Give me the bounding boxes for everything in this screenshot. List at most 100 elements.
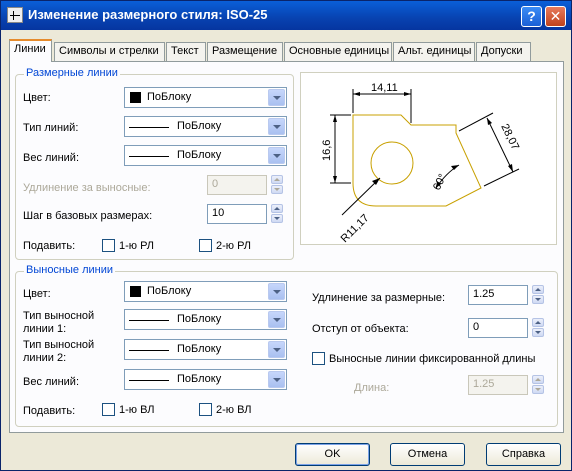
suppress-dim2-checkbox[interactable] (199, 239, 212, 252)
dim-baseline-input[interactable]: 10 (207, 204, 267, 224)
suppress-dim1-checkbox[interactable] (102, 239, 115, 252)
line-sample (129, 350, 169, 351)
dim-baseline-label: Шаг в базовых размерах: (23, 210, 153, 222)
dim-extend-spinner[interactable] (271, 175, 283, 195)
window-title: Изменение размерного стиля: ISO-25 (28, 7, 268, 22)
tab-primary-units[interactable]: Основные единицы (284, 42, 392, 61)
ext-color-value: ПоБлоку (147, 285, 192, 297)
ext-lineweight-select[interactable]: ПоБлоку (124, 369, 287, 390)
length-input[interactable]: 1.25 (468, 375, 528, 395)
dim-color-label: Цвет: (23, 92, 51, 104)
ext-extend-input[interactable]: 1.25 (468, 285, 528, 305)
suppress-ext2-label[interactable]: 2-ю ВЛ (216, 404, 252, 416)
ext-linetype2-value: ПоБлоку (177, 343, 222, 355)
spin-down-icon[interactable] (532, 385, 544, 394)
dim-lineweight-select[interactable]: ПоБлоку (124, 145, 287, 166)
spin-up-icon[interactable] (532, 318, 544, 327)
chevron-down-icon[interactable] (268, 118, 285, 135)
dim-linetype-value: ПоБлоку (177, 120, 222, 132)
ext-linetype1-value: ПоБлоку (177, 313, 222, 325)
color-swatch (130, 286, 141, 297)
ok-button[interactable]: OK (295, 443, 370, 466)
dialog-window: Изменение размерного стиля: ISO-25 ? ✕ Л… (0, 0, 572, 471)
tab-text[interactable]: Текст (166, 42, 206, 61)
ext-suppress-label: Подавить: (23, 405, 76, 417)
length-spinner[interactable] (532, 375, 544, 395)
dim-linetype-label: Тип линий: (23, 122, 79, 134)
help-title-button[interactable]: ? (521, 6, 542, 27)
line-sample (129, 156, 169, 157)
line-sample (129, 320, 169, 321)
color-swatch (130, 92, 141, 103)
suppress-ext1-label[interactable]: 1-ю ВЛ (119, 404, 155, 416)
help-button[interactable]: Справка (486, 443, 561, 466)
tab-alt-units[interactable]: Альт. единицы (393, 42, 475, 61)
chevron-down-icon[interactable] (268, 89, 285, 106)
extension-lines-group: Выносные линии Цвет: ПоБлоку Тип выносно… (15, 264, 558, 427)
fixed-length-label[interactable]: Выносные линии фиксированной длины (329, 353, 535, 365)
ext-linetype1-select[interactable]: ПоБлоку (124, 309, 287, 330)
suppress-dim2-label[interactable]: 2-ю РЛ (216, 240, 251, 252)
ext-offset-label: Отступ от объекта: (312, 323, 409, 335)
spin-down-icon[interactable] (532, 328, 544, 337)
chevron-down-icon[interactable] (268, 283, 285, 300)
tab-symbols-arrows[interactable]: Символы и стрелки (54, 42, 165, 61)
ext-offset-input[interactable]: 0 (468, 318, 528, 338)
ext-color-label: Цвет: (23, 288, 51, 300)
ext-linetype2-label-line1: Тип выносной (23, 339, 95, 351)
title-bar[interactable]: Изменение размерного стиля: ISO-25 ? ✕ (1, 1, 571, 30)
tab-tolerances[interactable]: Допуски (476, 42, 531, 61)
ext-linetype1-label-line2: линии 1: (23, 323, 67, 335)
dim-top-text: 14,11 (371, 82, 398, 94)
ext-extend-label: Удлинение за размерные: (312, 292, 446, 304)
spin-up-icon[interactable] (271, 204, 283, 213)
ext-linetype1-label-line1: Тип выносной (23, 310, 95, 322)
dim-lineweight-label: Вес линий: (23, 152, 79, 164)
dimension-lines-title: Размерные линии (24, 67, 120, 79)
spin-down-icon[interactable] (271, 185, 283, 194)
line-sample (129, 127, 169, 128)
ext-color-select[interactable]: ПоБлоку (124, 281, 287, 302)
ext-lineweight-label: Вес линий: (23, 376, 79, 388)
line-sample (129, 380, 169, 381)
dimension-lines-group: Размерные линии Цвет: ПоБлоку Тип линий:… (15, 67, 294, 260)
dim-lineweight-value: ПоБлоку (177, 149, 222, 161)
ext-linetype2-select[interactable]: ПоБлоку (124, 339, 287, 360)
tab-lines[interactable]: Линии (9, 39, 52, 62)
length-label: Длина: (354, 382, 390, 394)
chevron-down-icon[interactable] (268, 147, 285, 164)
dim-color-select[interactable]: ПоБлоку (124, 87, 287, 108)
tab-panel-lines: Размерные линии Цвет: ПоБлоку Тип линий:… (9, 61, 564, 433)
dim-linetype-select[interactable]: ПоБлоку (124, 116, 287, 137)
dimension-preview-drawing: 14,11 16,6 28,07 60° R11,17 (321, 82, 521, 245)
fixed-length-checkbox[interactable] (312, 352, 325, 365)
ext-extend-spinner[interactable] (532, 285, 544, 305)
dim-suppress-label: Подавить: (23, 240, 76, 252)
spin-up-icon[interactable] (532, 375, 544, 384)
spin-up-icon[interactable] (271, 175, 283, 184)
spin-down-icon[interactable] (271, 214, 283, 223)
suppress-ext2-checkbox[interactable] (199, 403, 212, 416)
ext-offset-spinner[interactable] (532, 318, 544, 338)
ext-linetype2-label-line2: линии 2: (23, 352, 67, 364)
cancel-button[interactable]: Отмена (390, 443, 465, 466)
dim-left-text: 16,6 (321, 140, 333, 161)
tab-placement[interactable]: Размещение (207, 42, 283, 61)
spin-up-icon[interactable] (532, 285, 544, 294)
dim-extend-label: Удлинение за выносные: (23, 182, 151, 194)
app-icon (7, 7, 23, 23)
extension-lines-title: Выносные линии (24, 264, 116, 276)
dim-color-value: ПоБлоку (147, 91, 192, 103)
dim-radius-text: R11,17 (339, 212, 372, 245)
ext-lineweight-value: ПоБлоку (177, 373, 222, 385)
chevron-down-icon[interactable] (268, 341, 285, 358)
spin-down-icon[interactable] (532, 295, 544, 304)
close-icon[interactable]: ✕ (545, 6, 566, 27)
dim-baseline-spinner[interactable] (271, 204, 283, 224)
suppress-ext1-checkbox[interactable] (102, 403, 115, 416)
suppress-dim1-label[interactable]: 1-ю РЛ (119, 240, 154, 252)
chevron-down-icon[interactable] (268, 371, 285, 388)
dim-extend-input[interactable]: 0 (207, 175, 267, 195)
chevron-down-icon[interactable] (268, 311, 285, 328)
preview-area: 14,11 16,6 28,07 60° R11,17 (300, 72, 557, 245)
